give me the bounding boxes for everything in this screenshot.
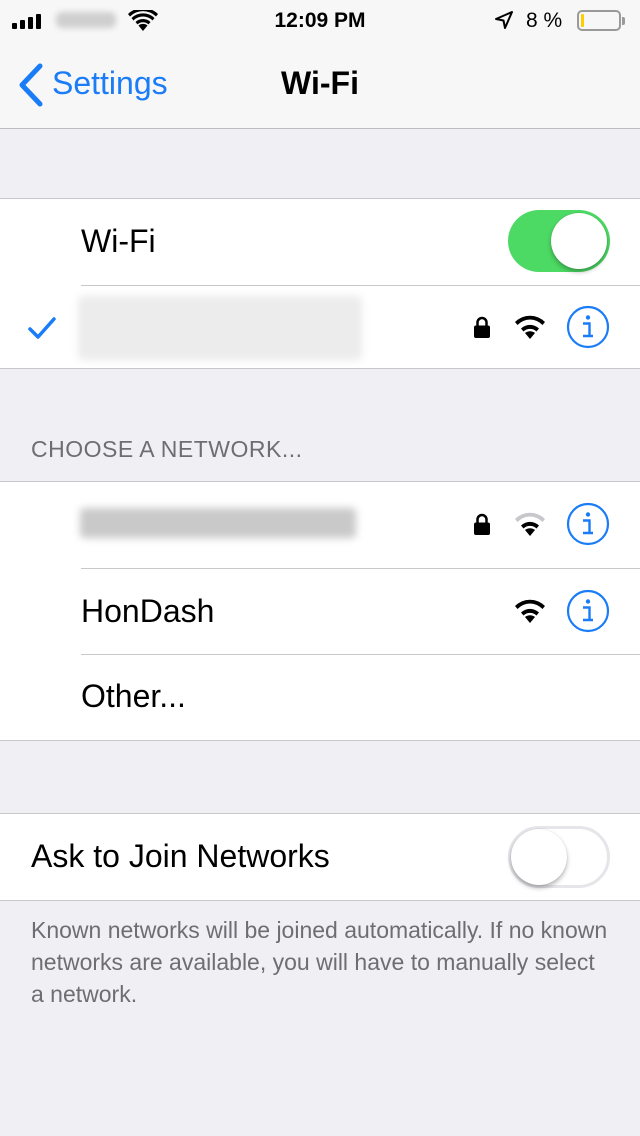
info-icon[interactable]: [566, 305, 610, 349]
info-icon[interactable]: [566, 589, 610, 633]
battery-icon: [577, 10, 625, 31]
ask-to-join-group: Ask to Join Networks: [0, 813, 640, 901]
connected-network-name: [78, 296, 362, 360]
wifi-signal-icon: [515, 315, 545, 339]
ask-to-join-row: Ask to Join Networks: [0, 814, 640, 900]
toggle-knob: [511, 829, 567, 885]
battery-level: [581, 14, 584, 27]
wifi-toggle[interactable]: [508, 210, 610, 272]
choose-network-header: CHOOSE A NETWORK...: [31, 436, 303, 462]
checkmark-icon: [28, 317, 56, 339]
page-title: Wi-Fi: [281, 65, 359, 101]
other-network-row[interactable]: Other...: [0, 655, 640, 741]
toggle-knob: [551, 213, 607, 269]
navigation-bar: Settings Wi-Fi: [0, 40, 640, 129]
network-name-blurred: [80, 508, 356, 538]
battery-percent: 8 %: [526, 9, 563, 32]
lock-icon: [474, 513, 490, 535]
connected-network-row[interactable]: [0, 286, 640, 369]
lock-icon: [474, 316, 490, 338]
wifi-toggle-row: Wi-Fi: [0, 199, 640, 285]
network-name: HonDash: [81, 593, 215, 629]
status-bar: 12:09 PM 8 %: [0, 0, 640, 40]
location-arrow-icon: [495, 11, 513, 29]
network-row[interactable]: [0, 482, 640, 568]
wifi-label: Wi-Fi: [81, 223, 156, 259]
wifi-signal-weak-icon: [515, 512, 545, 536]
ask-to-join-footer: Known networks will be joined automatica…: [31, 917, 608, 1007]
info-icon[interactable]: [566, 502, 610, 546]
network-list: HonDash Other...: [0, 481, 640, 741]
ask-to-join-label: Ask to Join Networks: [31, 838, 330, 874]
other-network-label: Other...: [81, 678, 186, 714]
wifi-group: Wi-Fi: [0, 198, 640, 369]
network-row[interactable]: HonDash: [0, 569, 640, 655]
wifi-signal-icon: [515, 599, 545, 623]
ask-to-join-toggle[interactable]: [508, 826, 610, 888]
